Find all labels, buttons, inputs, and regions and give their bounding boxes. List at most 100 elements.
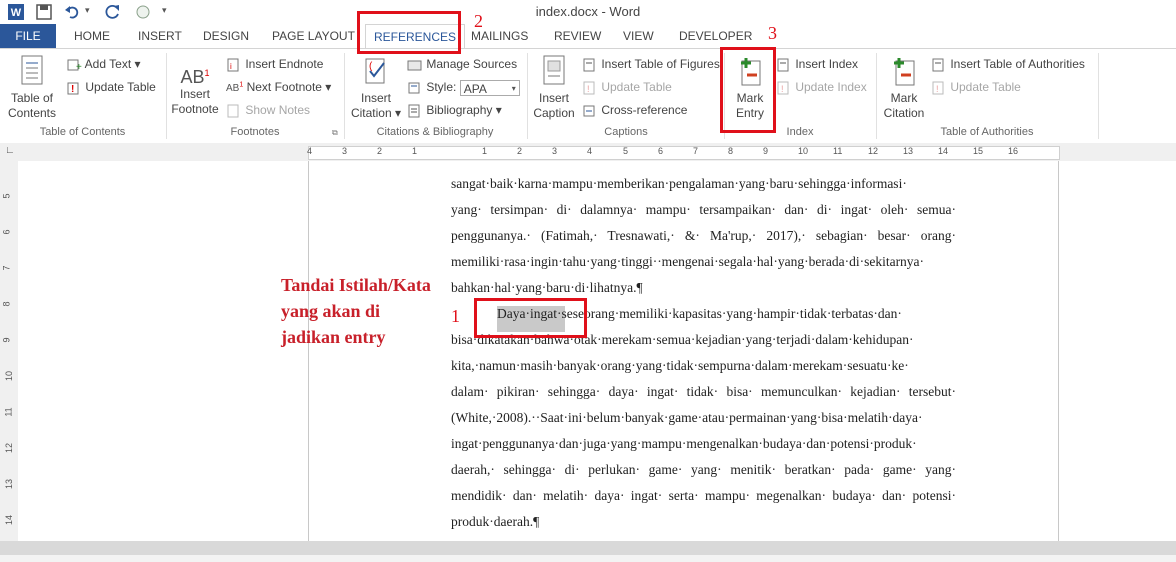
document-canvas (18, 161, 1176, 541)
ruler-number: 8 (728, 146, 734, 156)
tab-insert[interactable]: INSERT (138, 24, 182, 48)
tab-view[interactable]: VIEW (623, 24, 654, 48)
ruler-number: 8 (1, 301, 12, 307)
footnotes-dialog-launcher-icon[interactable]: ⧉ (332, 128, 338, 138)
group-label-footnotes: Footnotes (230, 126, 280, 138)
svg-text:+: + (76, 62, 82, 72)
insert-table-of-figures-button[interactable]: Insert Table of Figures (582, 57, 720, 72)
manage-sources-button[interactable]: Manage Sources (407, 57, 517, 72)
document-line[interactable]: (White,·2008).··Saat·ini·belum·banyak·ga… (451, 410, 956, 426)
update-table-icon: ! (67, 82, 79, 95)
document-line[interactable]: sangat·baik·karna·mampu·memberikan·penga… (451, 176, 956, 192)
insert-citation-button[interactable]: ( Insert Citation ▾ (348, 55, 404, 121)
insert-endnote-button[interactable]: i Insert Endnote (226, 57, 323, 72)
mark-citation-label: Mark Citation (883, 91, 925, 120)
tab-selector-icon[interactable]: ∟ (5, 145, 15, 156)
separator (1098, 53, 1099, 139)
update-table-label: Update Table (601, 80, 672, 94)
group-label-toa: Table of Authorities (940, 126, 1034, 138)
group-label-captions: Captions (604, 126, 648, 138)
horizontal-scrollbar[interactable] (0, 541, 1176, 555)
tab-review[interactable]: REVIEW (554, 24, 601, 48)
style-selector: Style: APA ▾ (407, 80, 520, 96)
insert-footnote-label: Insert Footnote (171, 87, 219, 116)
insert-toa-icon (932, 58, 944, 72)
insert-endnote-label: Insert Endnote (245, 57, 324, 71)
annotation-number-3: 3 (768, 23, 777, 43)
add-text-label: Add Text (84, 57, 132, 71)
next-footnote-label: Next Footnote (246, 80, 322, 94)
svg-text:!: ! (936, 84, 939, 94)
ruler-number: 7 (693, 146, 699, 156)
document-line[interactable]: yang· tersimpan· di· dalamnya· mampu· te… (451, 202, 956, 218)
document-line[interactable]: bahkan·hal·yang·baru·di·lihatnya.¶ (451, 280, 956, 296)
ruler-number: 14 (4, 514, 15, 526)
insert-index-button[interactable]: Insert Index (776, 57, 858, 72)
next-footnote-button[interactable]: AB1 Next Footnote ▾ (226, 80, 331, 94)
table-of-contents-button[interactable]: Table of Contents (4, 55, 60, 121)
ruler-number: 2 (377, 146, 383, 156)
ruler-number: 4 (307, 146, 313, 156)
update-table-icon: ! (932, 81, 944, 95)
bibliography-button[interactable]: Bibliography ▾ (407, 103, 502, 118)
annotation-box-selection (474, 298, 587, 338)
group-label-citations: Citations & Bibliography (376, 126, 494, 138)
tab-developer[interactable]: DEVELOPER (679, 24, 752, 48)
ruler-number: 4 (587, 146, 593, 156)
caption-icon (543, 55, 565, 85)
tab-home[interactable]: HOME (74, 24, 110, 48)
ruler-number: 6 (658, 146, 664, 156)
title-bar: W ▾ ▾ index.docx - Word (0, 0, 1176, 24)
add-text-button[interactable]: + Add Text ▾ (66, 57, 141, 72)
style-label: Style: (426, 80, 457, 95)
insert-footnote-button[interactable]: AB1 Insert Footnote (170, 59, 220, 117)
ruler-number: 9 (763, 146, 769, 156)
toc-label: Table of Contents (7, 91, 57, 120)
ruler-number: 1 (482, 146, 488, 156)
toc-icon (21, 55, 43, 85)
vertical-ruler[interactable]: 5 6 7 8 9 10 11 12 13 14 (0, 161, 18, 541)
document-line[interactable]: mendidik· dan· melatih· daya· ingat· ser… (451, 488, 956, 504)
update-table-label: Update Table (950, 80, 1021, 94)
show-notes-label: Show Notes (245, 103, 311, 117)
show-notes-icon (227, 104, 239, 118)
annotation-number-2: 2 (474, 11, 483, 31)
document-line[interactable]: dalam· pikiran· sehingga· daya· ingat· t… (451, 384, 956, 400)
mark-citation-icon (894, 58, 915, 86)
citation-icon: ( (365, 58, 385, 84)
update-table-toa-button[interactable]: ! Update Table (931, 80, 1021, 95)
update-table-icon: ! (583, 81, 595, 95)
tab-page-layout[interactable]: PAGE LAYOUT (272, 24, 355, 48)
mark-citation-button[interactable]: Mark Citation (878, 55, 930, 121)
chevron-down-icon: ▾ (511, 84, 516, 93)
document-line[interactable]: kita,·namun·masih·banyak·orang·yang·tida… (451, 358, 956, 374)
insert-citation-label: Insert Citation ▾ (350, 91, 402, 120)
ruler-number: 14 (938, 146, 949, 156)
group-label-toc: Table of Contents (39, 126, 126, 138)
style-value: APA (463, 82, 487, 96)
update-index-button[interactable]: ! Update Index (776, 80, 867, 95)
window-title: index.docx - Word (535, 4, 641, 19)
insert-caption-button[interactable]: Insert Caption (530, 55, 578, 121)
insert-index-label: Insert Index (795, 57, 859, 71)
cross-reference-button[interactable]: Cross-reference (582, 103, 687, 118)
horizontal-ruler-bar: ∟ 4 3 2 1 1 2 3 4 5 6 7 8 9 10 11 12 13 14 15 16 (0, 143, 1176, 161)
annotation-note: Tandai Istilah/Kata yang akan di jadikan… (281, 275, 431, 347)
insert-table-of-authorities-button[interactable]: Insert Table of Authorities (931, 57, 1085, 72)
update-table-toc-button[interactable]: ! Update Table (66, 80, 156, 95)
tab-design[interactable]: DESIGN (203, 24, 249, 48)
ruler-number: 5 (623, 146, 629, 156)
bibliography-label: Bibliography (426, 103, 493, 117)
document-line[interactable]: memiliki·rasa·ingin·tahu·yang·tinggi··me… (451, 254, 956, 270)
update-table-captions-button[interactable]: ! Update Table (582, 80, 672, 95)
horizontal-ruler[interactable]: 4 3 2 1 1 2 3 4 5 6 7 8 9 10 11 12 13 14 15 16 (307, 146, 1060, 160)
tab-file[interactable]: FILE (0, 24, 56, 48)
style-dropdown[interactable]: APA ▾ (459, 80, 520, 96)
footnote-icon: AB1 (180, 67, 210, 87)
document-line[interactable]: penggunanya.· (Fatimah,· Tresnawati,· &·… (451, 228, 956, 244)
document-line[interactable]: produk·daerah.¶ (451, 514, 956, 530)
document-line[interactable]: daerah,· sehingga· di· perlukan· game· y… (451, 462, 956, 478)
document-line[interactable]: ingat·penggunanya·dan·juga·yang·mampu·me… (451, 436, 956, 452)
page-edge (308, 161, 309, 541)
show-notes-button[interactable]: Show Notes (226, 103, 310, 118)
